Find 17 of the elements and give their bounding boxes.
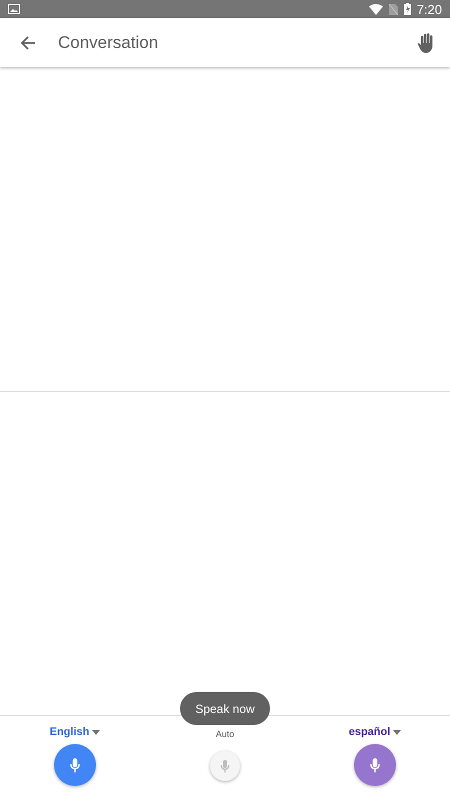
microphone-button[interactable] [54, 744, 96, 786]
wifi-icon [368, 4, 383, 14]
clock-time: 7:20 [416, 2, 442, 16]
auto-microphone-button[interactable] [210, 751, 240, 781]
dropdown-arrow-icon [92, 730, 100, 734]
battery-charging-icon [404, 3, 411, 15]
auto-label: Auto [216, 729, 234, 739]
language-selector[interactable]: English [50, 726, 100, 738]
image-notification-icon [8, 4, 20, 14]
microphone-button[interactable] [354, 744, 396, 786]
back-arrow-icon [20, 34, 36, 50]
language-selector[interactable]: español [348, 726, 402, 738]
no-sim-icon [388, 4, 398, 14]
dropdown-arrow-icon [393, 730, 402, 734]
speak-now-toast: Speak now [180, 692, 270, 725]
page-title: Conversation [58, 32, 160, 52]
back-button[interactable] [20, 34, 36, 50]
